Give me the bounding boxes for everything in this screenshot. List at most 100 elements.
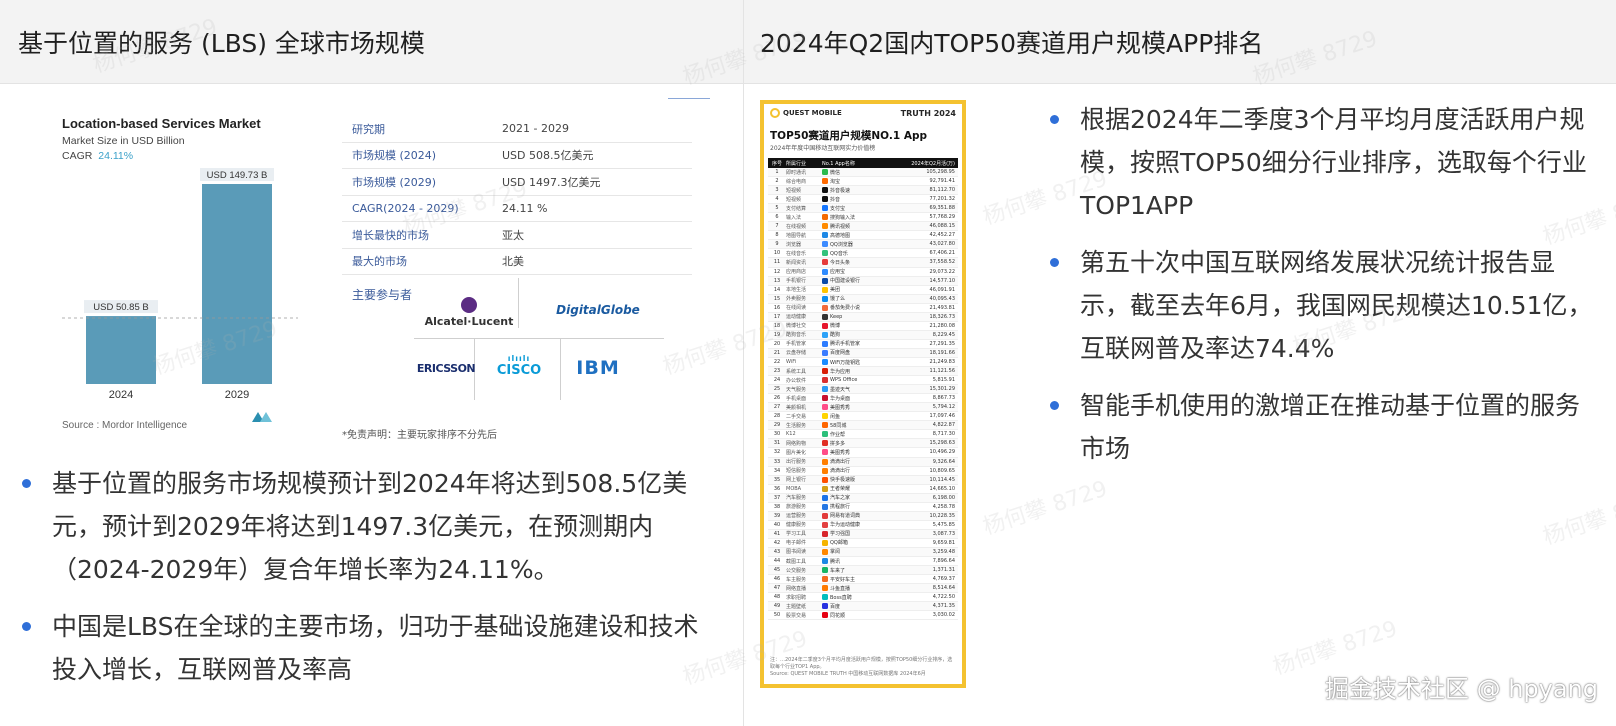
app-icon (822, 467, 828, 474)
app-icon (822, 476, 828, 483)
rank-cell: 18 (773, 322, 781, 329)
credit-watermark: 掘金技术社区 @ hpyang (1324, 675, 1598, 703)
rank-cell: 21 (773, 349, 781, 356)
app-cell: 饿了么 (822, 295, 892, 302)
app-icon (822, 530, 828, 537)
rank-cell: 35 (773, 476, 781, 483)
left-bullet-list: 基于位置的服务市场规模预计到2024年将达到508.5亿美元，预计到2029年将… (8, 462, 720, 705)
app-cell: Keep (822, 313, 892, 320)
bar-value-label: USD 149.73 B (207, 170, 268, 181)
app-name: 百度网盘 (830, 350, 851, 357)
app-cell: 汽车之家 (822, 494, 892, 501)
poster-brand-bar: QUEST MOBILE TRUTH 2024 (764, 104, 962, 122)
poster-table-row: 40 健康服务 华为运动健康 5,475.85 (768, 521, 958, 530)
poster-table-row: 23 系统工具 华为应用 11,121.56 (768, 367, 958, 377)
rank-cell: 32 (773, 449, 781, 456)
info-value: 北美 (502, 255, 524, 269)
right-header: 2024年Q2国内TOP50赛道用户规模APP排名 (744, 0, 1616, 84)
lbs-market-figure: Location-based Services Market Market Si… (40, 94, 710, 444)
mau-cell: 11,121.56 (929, 368, 955, 375)
app-name: 斗鱼直播 (830, 585, 851, 592)
app-icon (822, 377, 828, 384)
mordor-logo-icon (252, 412, 272, 422)
poster-table-row: 26 手机桌面 华为桌面 8,867.73 (768, 394, 958, 404)
app-name: 拼多多 (830, 440, 846, 447)
right-bullet-list: 根据2024年二季度3个月平均月度活跃用户规模，按照TOP50细分行业排序，选取… (1036, 98, 1596, 484)
app-name: 抖音 (830, 196, 841, 203)
app-cell: 网易有道词典 (822, 512, 892, 519)
rank-cell: 11 (773, 259, 781, 266)
poster-table-row: 34 短信服务 滴滴出行 10,809.65 (768, 467, 958, 476)
svg-text:CAGR 24.11%: CAGR 24.11% (62, 150, 133, 162)
poster-table-row: 1 即时通讯 微信 105,298.95 (768, 168, 958, 178)
industry-cell: 汽车服务 (786, 495, 807, 502)
mau-cell: 8,717.30 (932, 431, 955, 438)
poster-table-row: 36 MOBA 王者荣耀 14,665.10 (768, 485, 958, 494)
app-icon (822, 169, 828, 176)
rank-cell: 50 (773, 612, 781, 619)
info-top-rule (668, 98, 710, 99)
industry-cell: 网络购物 (786, 440, 807, 447)
app-cell: 中国建设银行 (822, 277, 892, 284)
key-players-panel: 主要参与者 Alcatel·Lucent DigitalGlobe ERICSS… (342, 278, 692, 444)
rank-cell: 9 (775, 241, 779, 248)
poster-table-row: 35 网上银行 快手极速版 10,114.45 (768, 475, 958, 485)
app-name: 美图秀秀 (830, 449, 851, 456)
app-cell: 抖音极速 (822, 187, 892, 194)
app-cell: 快手极速版 (822, 476, 892, 483)
poster-table-row: 25 天气服务 墨迹天气 15,301.29 (768, 385, 958, 395)
industry-cell: 主题壁纸 (786, 603, 807, 610)
poster-table-row: 45 公交服务 车来了 1,371.31 (768, 566, 958, 576)
rank-cell: 12 (773, 268, 781, 275)
app-cell: 番茄免费小说 (822, 304, 892, 311)
chart-source: Source : Mordor Intelligence (62, 420, 188, 431)
mau-cell: 67,406.21 (929, 250, 955, 257)
app-name: 腾讯 (830, 558, 841, 565)
app-icon (822, 576, 828, 583)
app-name: 王者荣耀 (830, 486, 851, 493)
mau-cell: 29,073.22 (929, 268, 955, 275)
app-cell: 支付宝 (822, 205, 892, 212)
poster-note: 注：…2024年二季度3个月平均月度活跃用户规模，按照TOP50细分行业排序，选… (770, 657, 953, 670)
app-icon (822, 440, 828, 447)
rank-cell: 23 (773, 368, 781, 375)
app-name: 淘宝 (830, 178, 841, 185)
questmobile-poster: QUEST MOBILE TRUTH 2024 TOP50赛道用户规模NO.1 … (760, 100, 966, 688)
app-icon (822, 295, 828, 302)
app-cell: 车来了 (822, 567, 892, 574)
rank-cell: 7 (775, 223, 779, 230)
industry-cell: 本地生活 (786, 287, 807, 294)
industry-cell: 网上银行 (786, 477, 807, 484)
app-name: 微信 (830, 169, 841, 176)
industry-cell: 办公软件 (786, 377, 807, 384)
app-icon (822, 187, 828, 194)
poster-table-row: 24 办公软件 WPS Office 5,815.91 (768, 376, 958, 386)
poster-table-header: 序号 所属行业 No.1 App名称 2024年Q2月活(万) (768, 158, 958, 168)
app-name: 携程旅行 (830, 504, 851, 511)
rank-cell: 30 (773, 431, 781, 438)
mau-cell: 5,794.12 (932, 404, 955, 411)
mau-cell: 6,198.00 (932, 494, 955, 501)
industry-cell: 运营服务 (786, 513, 807, 520)
poster-table-row: 19 酷狗音乐 酷狗 8,229.45 (768, 330, 958, 340)
industry-cell: 网络直播 (786, 585, 807, 592)
poster-table-row: 8 地图导航 高德地图 42,452.27 (768, 231, 958, 241)
cisco-bars-icon: ılıılı (507, 354, 531, 363)
rank-cell: 25 (773, 386, 781, 393)
poster-table-row: 27 美颜相机 美图秀秀 5,794.12 (768, 403, 958, 413)
app-cell: 微博 (822, 322, 892, 329)
app-name: 腾讯视频 (830, 223, 851, 230)
app-cell: 同花顺 (822, 612, 892, 619)
bar-2024 (86, 316, 156, 384)
bullet-dot-icon (1050, 115, 1059, 124)
rank-cell: 40 (773, 521, 781, 528)
app-name: 华为应用 (830, 368, 851, 375)
left-column: 基于位置的服务 (LBS) 全球市场规模 Location-based Serv… (0, 0, 744, 726)
poster-table-row: 42 电子邮件 QQ邮箱 9,659.81 (768, 539, 958, 548)
info-value: 24.11 % (502, 201, 548, 215)
market-size-chart: Location-based Services Market Market Si… (62, 116, 298, 431)
app-name: 58同城 (830, 422, 847, 429)
app-icon (822, 567, 828, 574)
app-icon (822, 349, 828, 356)
app-name: 抖音极速 (830, 187, 851, 194)
